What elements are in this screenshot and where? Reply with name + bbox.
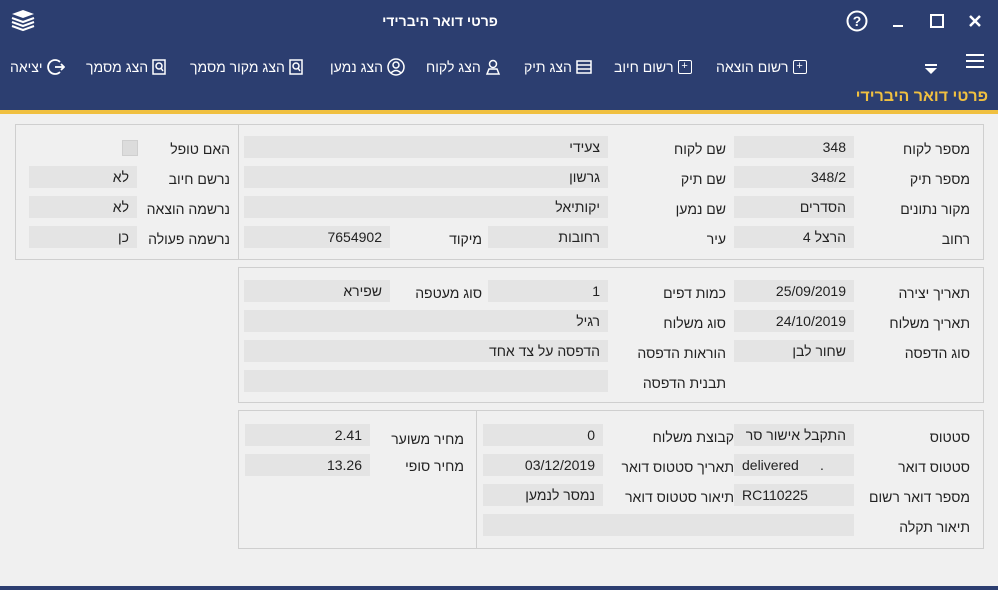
status-field[interactable]: התקבל אישור סר [734,424,854,446]
data-source-label: מקור נתונים [900,201,970,217]
mail-status-desc-label: תיאור סטטוס דואר [625,489,734,505]
file-number-label: מספר תיק [909,171,970,187]
sent-date-field[interactable]: 24/10/2019 [734,310,854,332]
plus-square-icon: + [677,60,692,74]
title-bar: פרטי דואר היברידי ? [0,0,998,44]
estimated-price-field[interactable]: 2.41 [245,424,370,446]
maximize-icon [930,14,944,28]
recipient-name-label: שם נמען [675,201,726,217]
file-number-field[interactable]: 348/2 [734,166,854,188]
window-title: פרטי דואר היברידי [382,13,498,29]
customer-number-label: מספר לקוח [903,141,970,157]
charge-recorded-field[interactable]: לא [29,166,137,188]
customer-number-field[interactable]: 348 [734,136,854,158]
close-button[interactable] [962,8,988,34]
final-price-field[interactable]: 13.26 [245,454,370,476]
zip-label: מיקוד [449,231,482,247]
header-divider [0,110,998,114]
status-label: סטטוס [929,429,970,445]
data-source-field[interactable]: הסדרים [734,196,854,218]
envelope-type-label: סוג מעטפה [415,285,482,301]
toolbar-dropdown-button[interactable] [918,56,944,82]
caret-down-icon [925,64,937,74]
close-icon [969,15,981,27]
help-button[interactable]: ? [844,8,870,34]
print-instructions-field[interactable]: הדפסה על צד אחד [244,340,608,362]
form-header: פרטי דואר היברידי [0,86,998,110]
recipient-name-field[interactable]: יקותיאל [244,196,608,218]
minimize-icon [893,25,903,27]
street-field[interactable]: הרצל 4 [734,226,854,248]
charge-recorded-label: נרשם חיוב [168,171,230,187]
action-recorded-label: נרשמה פעולה [148,231,230,247]
city-label: עיר [706,231,726,247]
mail-status-date-label: תאריך סטטוס דואר [621,459,735,475]
folder-icon [576,60,592,74]
user-stamp-icon [485,59,500,75]
document-search-icon [289,59,303,75]
exit-button[interactable]: יציאה [10,56,65,78]
show-document-source-button[interactable]: הצג מקור מסמך [190,56,303,78]
mail-status-date-field[interactable]: 03/12/2019 [483,454,603,476]
shipping-group-field[interactable]: 0 [483,424,603,446]
mail-status-extra: . [820,457,824,473]
registered-number-label: מספר דואר רשום [869,489,970,505]
show-customer-button[interactable]: הצג לקוח [426,56,501,78]
shipping-type-label: סוג משלוח [663,315,726,331]
zip-field[interactable]: 7654902 [244,226,390,248]
page-count-label: כמות דפים [663,285,726,301]
print-template-label: תבנית הדפסה [642,375,726,391]
customer-name-field[interactable]: צעידי [244,136,608,158]
record-charge-button[interactable]: + רשום חיוב [614,56,692,78]
failure-desc-field[interactable] [483,514,854,536]
final-price-label: מחיר סופי [405,458,464,474]
menu-button[interactable] [962,48,988,74]
envelope-type-field[interactable]: שפירא [244,280,390,302]
user-circle-icon [387,58,405,76]
record-expense-button[interactable]: + רשום הוצאה [716,56,807,78]
customer-name-label: שם לקוח [674,141,726,157]
handled-checkbox[interactable] [122,140,138,156]
print-instructions-label: הוראות הדפסה [637,345,726,361]
toolbar: + רשום הוצאה + רשום חיוב הצג תיק הצג לקו… [0,44,998,86]
file-name-field[interactable]: גרשון [244,166,608,188]
failure-desc-label: תיאור תקלה [899,519,970,535]
mail-status-field[interactable]: delivered . [734,454,854,476]
svg-text:?: ? [853,13,862,29]
created-date-field[interactable]: 25/09/2019 [734,280,854,302]
maximize-button[interactable] [924,8,950,34]
sent-date-label: תאריך משלוח [889,315,970,331]
action-recorded-field[interactable]: כן [29,226,137,248]
city-field[interactable]: רחובות [488,226,608,248]
print-type-label: סוג הדפסה [904,345,970,361]
file-name-label: שם תיק [680,171,726,187]
show-recipient-button[interactable]: הצג נמען [330,56,405,78]
shipping-type-field[interactable]: רגיל [244,310,608,332]
document-search-icon [152,59,166,75]
question-circle-icon: ? [846,10,868,32]
hamburger-icon [966,54,984,68]
expense-recorded-label: נרשמה הוצאה [146,201,230,217]
page-count-field[interactable]: 1 [488,280,608,302]
created-date-label: תאריך יצירה [898,285,970,301]
show-file-button[interactable]: הצג תיק [524,56,592,78]
registered-number-field[interactable]: RC110225 [734,484,854,506]
street-label: רחוב [941,231,970,247]
minimize-button[interactable] [886,8,912,34]
mail-status-label: סטטוס דואר [898,459,970,475]
plus-square-icon: + [792,60,807,74]
estimated-price-label: מחיר משוער [391,431,464,447]
print-type-field[interactable]: שחור לבן [734,340,854,362]
print-template-field[interactable] [244,370,608,392]
mail-status-value: delivered [742,457,799,473]
window-bottom-border [0,586,998,590]
exit-icon [46,59,65,75]
handled-label: האם טופל [170,141,230,157]
shipping-group-label: קבוצת משלוח [652,429,734,445]
form-title: פרטי דואר היברידי [855,88,988,105]
expense-recorded-field[interactable]: לא [29,196,137,218]
mail-status-desc-field[interactable]: נמסר לנמען [483,484,603,506]
show-document-button[interactable]: הצג מסמך [86,56,166,78]
